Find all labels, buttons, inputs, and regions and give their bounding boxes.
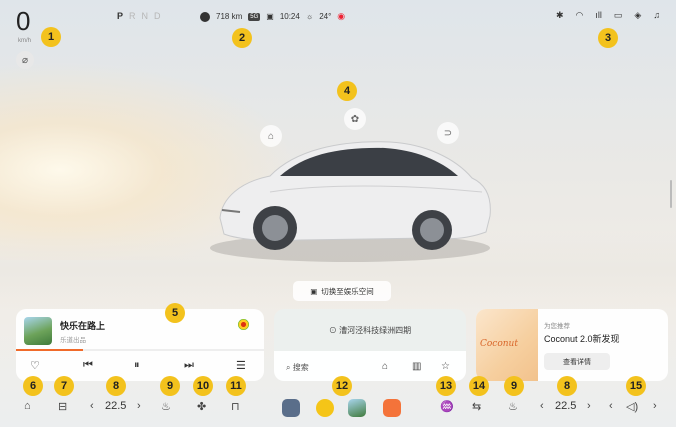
leaf-icon[interactable]: ⌀ <box>16 51 34 69</box>
music-app-icon[interactable] <box>316 399 334 417</box>
annotation-badge-2: 2 <box>232 28 252 48</box>
switch-space-button[interactable]: ▣ 切换至娱乐空间 <box>293 281 391 301</box>
range-readout: 718 km <box>216 12 243 21</box>
annotation-badge-12: 12 <box>332 376 352 396</box>
company-icon[interactable]: ▥ <box>412 361 421 372</box>
nav-actions: ⌕ 搜索 ⌂ ▥ ☆ <box>274 351 466 381</box>
left-temperature: 22.5 <box>105 400 127 412</box>
annotation-badge-13: 13 <box>436 376 456 396</box>
clock: 10:24 <box>279 12 300 21</box>
navigation-card[interactable]: ⊙ 漕河泾科技绿洲四期 ⌕ 搜索 ⌂ ▥ ☆ <box>274 309 466 381</box>
annotation-badge-7: 7 <box>54 376 74 396</box>
defrost-icon[interactable]: ♒ <box>440 400 454 413</box>
song-title: 快乐在路上 <box>60 321 106 331</box>
promo-subtitle: 为您推荐 <box>544 323 570 330</box>
recommendation-card[interactable]: Coconut 为您推荐 Coconut 2.0新发现 查看详情 <box>476 309 668 381</box>
center-status-bar: 718 km 5G ▣ 10:24 ☼ 24° ◉ <box>200 11 345 22</box>
weather-temp: 24° <box>319 12 332 21</box>
screen-icon: ▣ <box>310 286 318 296</box>
annotation-badge-10: 10 <box>193 376 213 396</box>
car-icon[interactable]: ⊟ <box>58 400 67 413</box>
trunk-icon[interactable]: ⊃ <box>437 122 459 144</box>
wifi-icon: ◠ <box>575 10 584 20</box>
bluetooth-icon: ✱ <box>556 10 564 20</box>
nav-search[interactable]: ⌕ 搜索 <box>286 362 309 373</box>
gear-p: P <box>117 11 130 21</box>
signal-icon: ıll <box>595 10 602 20</box>
home-icon[interactable]: ⌂ <box>24 400 31 412</box>
annotation-badge-9: 9 <box>160 376 180 396</box>
speed-unit: km/h <box>18 38 32 44</box>
song-artist: 乐道出品 <box>60 337 86 344</box>
right-status-bar: ✱ ◠ ıll ▭ ◈ ♫ <box>556 10 660 21</box>
camera-icon: ▭ <box>613 10 623 20</box>
bottom-dock: ⌂ ⊟ ‹ 22.5 › ♨ ✤ ⊓ ♒ ⇆ ♨ ‹ 22.5 › ‹ ◁) › <box>0 394 676 427</box>
gear-r: R <box>129 11 142 21</box>
playlist-icon[interactable]: ☰ <box>236 359 246 372</box>
annotation-badge-14: 14 <box>469 376 489 396</box>
speed-readout: 0 <box>16 6 31 36</box>
coconut-logo: Coconut <box>480 339 518 349</box>
bell-icon[interactable]: ♫ <box>653 10 660 21</box>
annotation-badge-1: 1 <box>41 27 61 47</box>
annotation-badge-6: 6 <box>23 376 43 396</box>
apps-icon[interactable] <box>383 399 401 417</box>
gear-n: N <box>141 11 155 21</box>
lock-icon[interactable]: ⊓ <box>231 400 240 413</box>
right-temperature: 22.5 <box>555 400 577 412</box>
volume-icon[interactable]: ◁) <box>626 400 638 413</box>
annotation-badge-4: 4 <box>337 81 357 101</box>
avatar[interactable] <box>200 11 210 22</box>
sun-icon: ☼ <box>305 12 314 21</box>
favorite-icon[interactable]: ☆ <box>441 361 450 372</box>
music-source-logo <box>238 319 249 330</box>
album-art[interactable] <box>24 317 52 345</box>
seat-heat-right-icon[interactable]: ♨ <box>508 400 518 413</box>
annotation-badge-8b: 8 <box>557 376 577 396</box>
music-card[interactable]: 快乐在路上 乐道出品 ♡ ⏮ ⏸ ⏭ ☰ <box>16 309 264 381</box>
temp-left-down-icon[interactable]: ‹ <box>90 400 94 412</box>
annotation-badge-5: 5 <box>165 303 185 323</box>
heart-icon[interactable]: ♡ <box>30 359 40 372</box>
wechat-icon: ▣ <box>266 12 274 21</box>
promo-title: Coconut 2.0新发现 <box>544 334 620 344</box>
search-icon: ⌕ <box>286 363 293 372</box>
scrollbar[interactable] <box>670 180 672 208</box>
record-icon: ◉ <box>337 11 346 21</box>
pin-icon: ⊙ <box>328 326 340 335</box>
temp-left-up-icon[interactable]: › <box>137 400 141 412</box>
music-progress[interactable] <box>16 349 264 351</box>
annotation-badge-8: 8 <box>106 376 126 396</box>
gear-selector: PRND <box>117 11 167 21</box>
temp-right-up-icon[interactable]: › <box>587 400 591 412</box>
gear-d: D <box>154 11 167 21</box>
volume-up-icon[interactable]: › <box>653 400 657 412</box>
switch-space-label: 切换至娱乐空间 <box>321 286 374 296</box>
volume-down-icon[interactable]: ‹ <box>609 400 613 412</box>
360-app-icon[interactable] <box>282 399 300 417</box>
network-tag: 5G <box>248 12 261 21</box>
lock-icon[interactable]: ⌂ <box>260 125 282 147</box>
fan-icon[interactable]: ✤ <box>197 400 206 413</box>
annotation-badge-15: 15 <box>626 376 646 396</box>
shield-icon: ◈ <box>634 10 642 20</box>
annotation-badge-3: 3 <box>598 28 618 48</box>
nav-search-label: 搜索 <box>292 363 309 372</box>
gallery-app-icon[interactable] <box>348 399 366 417</box>
previous-icon[interactable]: ⏮ <box>83 359 93 372</box>
annotation-badge-9b: 9 <box>504 376 524 396</box>
seat-heat-icon[interactable]: ♨ <box>161 400 171 413</box>
nav-destination[interactable]: ⊙ 漕河泾科技绿洲四期 <box>274 325 466 336</box>
next-icon[interactable]: ⏭ <box>184 359 194 372</box>
temp-right-down-icon[interactable]: ‹ <box>540 400 544 412</box>
pause-icon[interactable]: ⏸ <box>134 359 140 372</box>
nav-destination-label: 漕河泾科技绿洲四期 <box>339 326 412 335</box>
home-icon[interactable]: ⌂ <box>382 361 388 372</box>
wiper-icon[interactable]: ✿ <box>344 108 366 130</box>
air-recirculation-icon[interactable]: ⇆ <box>472 400 481 413</box>
promo-image: Coconut <box>476 309 538 381</box>
view-details-button[interactable]: 查看详情 <box>544 353 610 370</box>
music-progress-fill <box>16 349 83 351</box>
annotation-badge-11: 11 <box>226 376 246 396</box>
